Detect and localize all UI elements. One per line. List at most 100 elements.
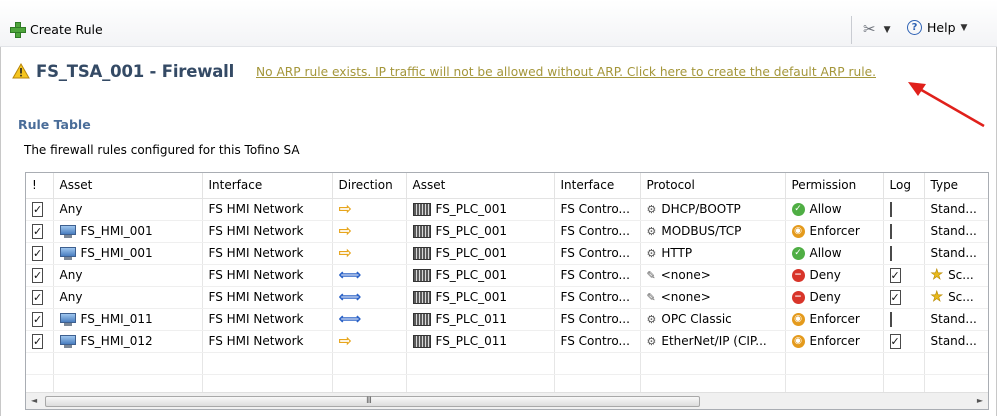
scrollbar-thumb[interactable]: III: [45, 396, 700, 407]
arrow-both-icon: ⟺: [338, 265, 362, 284]
table-row[interactable]: ✓ Any FS HMI Network ⟺ FS_PLC_001 FS Contro..…: [26, 286, 989, 309]
protocol: ⚙ MODBUS/TCP: [647, 224, 785, 238]
column-header[interactable]: !: [26, 173, 54, 199]
protocol-cell: ⚙ DHCP/BOOTP: [640, 198, 786, 221]
column-header[interactable]: Asset: [53, 173, 203, 199]
type: Stand...: [931, 202, 989, 216]
toolbar: Create Rule ✂ ▼ ? Help ▼: [0, 0, 997, 47]
enabled-checkbox[interactable]: ✓: [32, 224, 44, 239]
column-header[interactable]: Direction: [332, 173, 407, 199]
column-header[interactable]: Type: [924, 173, 988, 199]
monitor-base: [63, 234, 72, 238]
type-cell: Stand...: [924, 220, 988, 243]
permission-label: Deny: [809, 268, 841, 282]
table-row[interactable]: ✓ Any FS HMI Network ⟺ FS_PLC_001 FS Contro..…: [26, 264, 988, 287]
type-label: Stand...: [930, 312, 977, 326]
direction-cell: ⟺: [332, 308, 407, 331]
source-asset: FS_HMI_001: [59, 246, 202, 260]
log-checkbox[interactable]: [889, 246, 892, 261]
protocol-icon: ⚙: [646, 224, 657, 238]
permission-cell: ✓ Allow: [785, 242, 884, 265]
destination-interface-cell: FS Contro...: [554, 286, 641, 309]
type-label: Stand...: [930, 334, 977, 348]
column-header[interactable]: Log: [883, 173, 925, 199]
enabled-checkbox[interactable]: ✓: [32, 246, 44, 261]
enabled-checkbox[interactable]: ✓: [32, 202, 44, 217]
table-row[interactable]: ✓ FS_HMI_001 FS HMI Network ⇨ FS_PLC_001 FS C…: [26, 242, 988, 265]
destination-asset-label: FS_PLC_001: [435, 290, 508, 304]
table-row[interactable]: ✓ FS_HMI_001 FS HMI Network ⇨ FS_PLC_001 FS C…: [26, 220, 988, 243]
table-row[interactable]: ✓ Any FS HMI Network ⇨ FS_PLC_001 FS Contro..…: [26, 198, 989, 221]
protocol-label: <none>: [660, 268, 711, 282]
plc-icon: [412, 312, 431, 326]
scroll-right-icon[interactable]: ►: [977, 396, 983, 405]
help-button[interactable]: ? Help ▼: [907, 20, 967, 35]
log-checkbox[interactable]: ✓: [889, 268, 901, 283]
type-cell: Stand...: [924, 242, 988, 265]
enabled-checkbox[interactable]: ✓: [32, 312, 44, 327]
source-asset-label: FS_HMI_001: [80, 224, 153, 238]
log-cell: [883, 198, 925, 221]
source-interface-cell: FS HMI Network: [202, 264, 333, 287]
permission: ✓ Allow: [791, 246, 883, 260]
empty-cell: [883, 352, 925, 375]
monitor-icon: [59, 224, 76, 238]
tools-menu-button[interactable]: ✂ ▼: [863, 22, 891, 37]
source-interface-label: FS HMI Network: [208, 268, 304, 282]
allow-icon: ✓: [791, 202, 805, 216]
log-checkbox[interactable]: [889, 312, 892, 327]
source-interface-cell: FS HMI Network: [202, 242, 333, 265]
type: ★ Sc...: [930, 290, 989, 305]
enabled-cell: ✓: [26, 308, 54, 331]
enabled-checkbox[interactable]: ✓: [32, 268, 44, 283]
table-row[interactable]: ✓ FS_HMI_011 FS HMI Network ⟺ FS_PLC_011 FS C…: [26, 308, 988, 331]
destination-asset-label: FS_PLC_001: [435, 268, 508, 282]
log-checkbox[interactable]: [889, 202, 892, 217]
warning-icon: [12, 63, 30, 79]
type-cell: Stand...: [924, 330, 988, 353]
protocol-label: OPC Classic: [661, 312, 732, 326]
help-icon: ?: [907, 20, 922, 35]
type-label: Sc...: [948, 290, 974, 304]
destination-asset-cell: FS_PLC_011: [406, 308, 555, 331]
protocol-label: HTTP: [661, 246, 693, 260]
empty-row: [26, 352, 988, 375]
log-checkbox[interactable]: [889, 224, 892, 239]
scroll-left-icon[interactable]: ◄: [31, 396, 37, 405]
horizontal-scrollbar[interactable]: ◄ III ►: [26, 392, 988, 409]
enforcer-icon: ◉: [791, 334, 805, 348]
log-checkbox[interactable]: ✓: [889, 290, 901, 305]
column-header[interactable]: Interface: [554, 173, 641, 199]
column-header[interactable]: Protocol: [640, 173, 786, 199]
permission-cell: − Deny: [785, 264, 884, 287]
direction-cell: ⇨: [332, 220, 407, 243]
direction-cell: ⇨: [332, 242, 407, 265]
type-cell: Stand...: [924, 308, 988, 331]
create-rule-button[interactable]: Create Rule: [10, 20, 103, 38]
source-asset-label: Any: [59, 268, 83, 282]
destination-interface-label: FS Contro...: [560, 224, 630, 238]
enabled-checkbox[interactable]: ✓: [32, 334, 44, 349]
protocol: ✎ <none>: [647, 268, 785, 282]
protocol-cell: ✎ <none>: [640, 286, 786, 309]
destination-asset-cell: FS_PLC_011: [406, 330, 555, 353]
monitor-base: [63, 256, 72, 260]
table-row[interactable]: ✓ FS_HMI_012 FS HMI Network ⇨ FS_PLC_011 FS C…: [26, 330, 988, 353]
destination-interface-label: FS Contro...: [560, 290, 630, 304]
plc-icon: [412, 334, 431, 348]
create-default-arp-rule-link[interactable]: No ARP rule exists. IP traffic will not …: [256, 65, 876, 79]
enabled-checkbox[interactable]: ✓: [32, 290, 44, 305]
source-asset-label: FS_HMI_012: [80, 334, 153, 348]
log-checkbox[interactable]: ✓: [889, 334, 901, 349]
empty-cell: [332, 352, 407, 375]
column-header[interactable]: Permission: [785, 173, 884, 199]
empty-cell: [785, 352, 884, 375]
column-header[interactable]: Asset: [406, 173, 555, 199]
protocol-cell: ⚙ OPC Classic: [640, 308, 786, 331]
destination-interface-label: FS Contro...: [560, 334, 630, 348]
wrench-icon: ✂: [863, 20, 876, 38]
create-rule-label: Create Rule: [30, 21, 103, 37]
permission: ◉ Enforcer: [791, 224, 883, 238]
column-header[interactable]: Interface: [202, 173, 333, 199]
protocol-icon: ⚙: [646, 312, 657, 326]
